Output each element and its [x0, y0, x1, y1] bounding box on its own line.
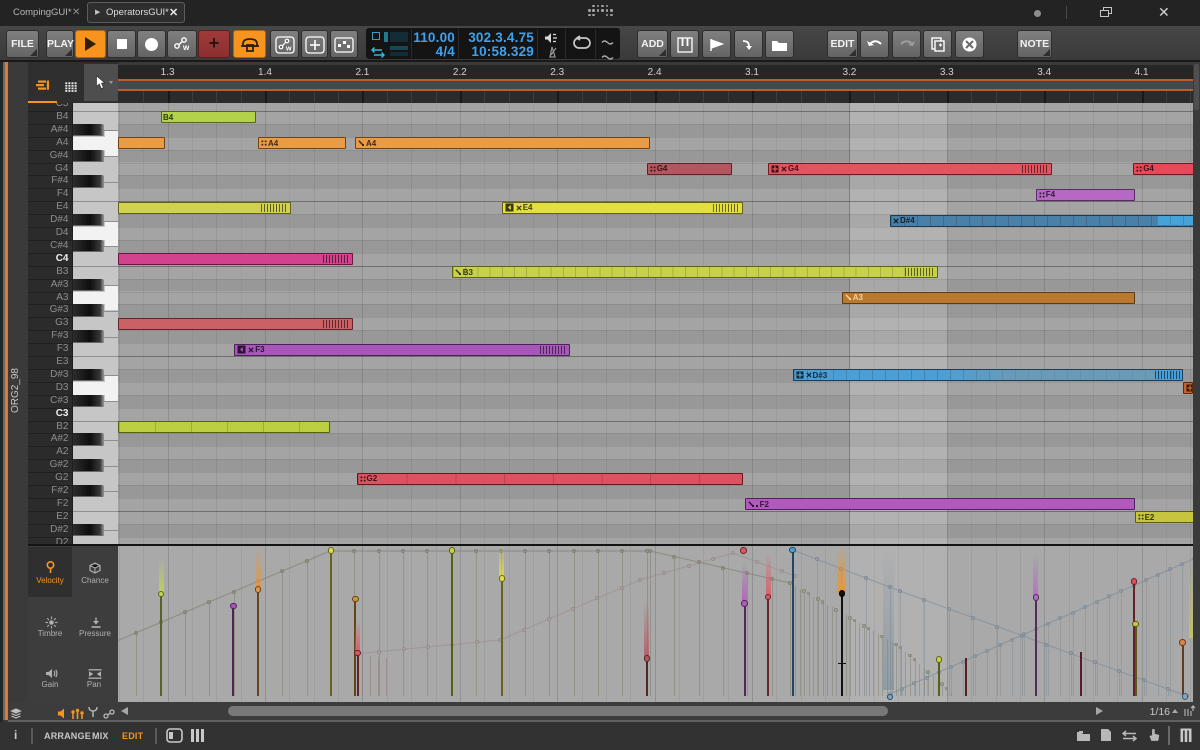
svg-text:w: w — [182, 43, 190, 52]
svg-text:w: w — [285, 46, 292, 53]
